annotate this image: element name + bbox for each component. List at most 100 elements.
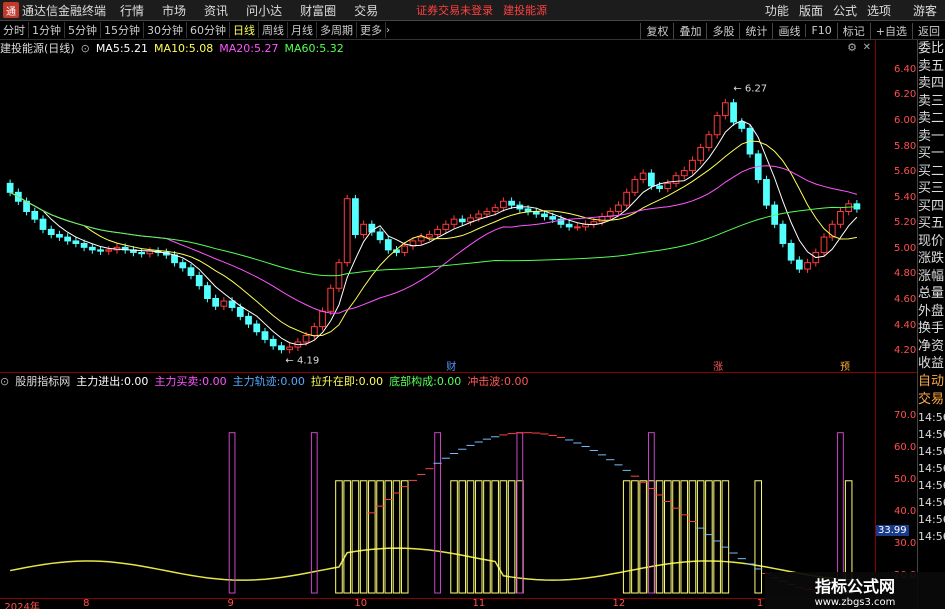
candle-body xyxy=(352,198,359,236)
settings-circle-icon[interactable]: ⊙ xyxy=(0,375,9,388)
menu-item-function[interactable]: 功能 xyxy=(765,2,789,19)
indicator-bar xyxy=(754,480,763,594)
side-panel-time: 14:56 xyxy=(918,478,945,492)
high-price-label: ← 6.27 xyxy=(733,83,767,94)
side-panel-tab[interactable]: 自动 xyxy=(918,373,945,391)
price-chart[interactable]: ← 6.27 ← 4.19 财 涨 预 建投能源(日线) ⊙ MA5:5.21 MA10… xyxy=(0,40,875,372)
candle-body xyxy=(672,175,680,184)
side-panel-row[interactable]: 卖五 xyxy=(918,58,945,76)
candle-body xyxy=(417,236,425,242)
tool-statistics[interactable]: 统计 xyxy=(739,22,772,39)
indicator-bar xyxy=(466,480,475,594)
period-more[interactable]: 更多 xyxy=(357,22,386,38)
candle-body xyxy=(31,211,39,220)
candle-body xyxy=(434,228,441,236)
tool-f10[interactable]: F10 xyxy=(805,24,836,37)
indicator-bar xyxy=(335,480,343,594)
indicator-bar xyxy=(622,480,631,594)
candle-body xyxy=(541,213,548,218)
side-panel-row[interactable]: 净资 xyxy=(918,338,945,356)
candle-body xyxy=(738,121,746,129)
side-panel-row[interactable]: 收益 xyxy=(918,355,945,373)
price-chart-svg: ← 6.27 ← 4.19 财 涨 预 xyxy=(6,83,861,372)
period-1min[interactable]: 1分钟 xyxy=(29,22,65,38)
settings-circle-icon[interactable]: ⊙ xyxy=(81,42,90,55)
menu-item-layout[interactable]: 版面 xyxy=(799,2,823,19)
candle-body xyxy=(623,191,631,206)
side-panel-row[interactable]: 买一 xyxy=(918,145,945,163)
side-panel-row[interactable]: 卖一 xyxy=(918,128,945,146)
login-status[interactable]: 证券交易未登录 xyxy=(416,2,493,18)
candle-body xyxy=(376,231,384,241)
ma10-label: MA10:5.08 xyxy=(154,41,214,55)
candle-body xyxy=(236,306,244,317)
menu-item-options[interactable]: 选项 xyxy=(867,2,891,19)
side-panel-row[interactable]: 换手 xyxy=(918,320,945,338)
price-axis-label: 4.60 xyxy=(894,294,917,306)
side-panel-tab[interactable]: 交易 xyxy=(918,391,945,409)
indicator-bar xyxy=(384,480,393,594)
period-5min[interactable]: 5分钟 xyxy=(65,22,101,38)
side-panel-row[interactable]: 买三 xyxy=(918,180,945,198)
indicator-chart-svg xyxy=(9,432,861,594)
side-panel-row[interactable]: 涨跌 xyxy=(918,250,945,268)
period-daily[interactable]: 日线 xyxy=(230,22,259,38)
side-panel-row[interactable]: 卖四 xyxy=(918,75,945,93)
indicator-bar xyxy=(483,480,491,594)
chevron-right-icon[interactable]: › xyxy=(386,25,390,36)
period-multi[interactable]: 多周期 xyxy=(317,22,357,38)
side-panel-row[interactable]: 外盘 xyxy=(918,303,945,321)
side-panel-row[interactable]: 买二 xyxy=(918,163,945,181)
menu-item-news[interactable]: 资讯 xyxy=(204,2,228,19)
menu-item-trade[interactable]: 交易 xyxy=(354,2,378,19)
app-title: 通达信金融终端 xyxy=(22,3,107,18)
period-60min[interactable]: 60分钟 xyxy=(187,22,230,38)
side-panel-row[interactable]: 委比 xyxy=(918,40,945,58)
tool-mark[interactable]: 标记 xyxy=(836,22,870,39)
indicator-bar xyxy=(400,480,409,594)
tool-multi-stock[interactable]: 多股 xyxy=(706,22,739,39)
chart-gear-icon[interactable]: ⚙ xyxy=(847,41,857,54)
side-panel-row[interactable]: 涨幅 xyxy=(918,268,945,286)
period-30min[interactable]: 30分钟 xyxy=(144,22,187,38)
candle-body xyxy=(39,218,47,230)
date-axis-label: 10 xyxy=(354,598,368,609)
candle-body xyxy=(647,172,655,187)
tool-overlay[interactable]: 叠加 xyxy=(673,22,706,39)
side-panel-row[interactable]: 买四 xyxy=(918,198,945,216)
tool-adjust[interactable]: 复权 xyxy=(640,22,673,39)
indicator-bar xyxy=(664,480,672,594)
side-panel-row[interactable]: 总量 xyxy=(918,285,945,303)
user-guest-button[interactable]: 游客 xyxy=(913,2,937,19)
indicator-chart[interactable]: ⊙ 股朋指标网 主力进出:0.00 主力买卖:0.00 主力轨迹:0.00 拉升… xyxy=(0,372,875,598)
menu-item-market[interactable]: 市场 xyxy=(162,2,186,19)
menu-item-quotes[interactable]: 行情 xyxy=(120,2,144,19)
candle-body xyxy=(245,315,252,325)
side-panel-time: 14:56 xyxy=(918,512,945,526)
period-15min[interactable]: 15分钟 xyxy=(101,22,144,38)
side-panel-row[interactable]: 现价 xyxy=(918,233,945,251)
candle-body xyxy=(204,285,211,299)
tool-back[interactable]: 返回 xyxy=(912,22,945,39)
tool-draw[interactable]: 画线 xyxy=(772,22,805,39)
candle-body xyxy=(269,338,277,347)
side-panel-time: 14:56 xyxy=(918,444,945,458)
menu-item-formula[interactable]: 公式 xyxy=(833,2,857,19)
side-panel-row[interactable]: 卖三 xyxy=(918,93,945,111)
menu-item-wealth[interactable]: 财富圈 xyxy=(300,2,336,19)
side-panel-time: 14:56 xyxy=(918,529,945,543)
period-weekly[interactable]: 周线 xyxy=(259,22,288,38)
side-panel-row[interactable]: 卖二 xyxy=(918,110,945,128)
candle-body xyxy=(475,213,483,219)
date-axis-label: 12 xyxy=(612,598,626,609)
date-axis-label: 9 xyxy=(227,598,234,609)
side-panel-row[interactable]: 买五 xyxy=(918,215,945,233)
period-monthly[interactable]: 月线 xyxy=(288,22,317,38)
side-panel-time: 14:56 xyxy=(918,461,945,475)
candle-body xyxy=(88,246,96,251)
candle-body xyxy=(680,170,688,177)
period-intraday[interactable]: 分时 xyxy=(0,22,29,38)
menu-item-ask[interactable]: 问小达 xyxy=(246,2,282,19)
tool-add-watchlist[interactable]: +自选 xyxy=(869,22,912,39)
chart-close-icon[interactable]: ✕ xyxy=(863,42,871,53)
